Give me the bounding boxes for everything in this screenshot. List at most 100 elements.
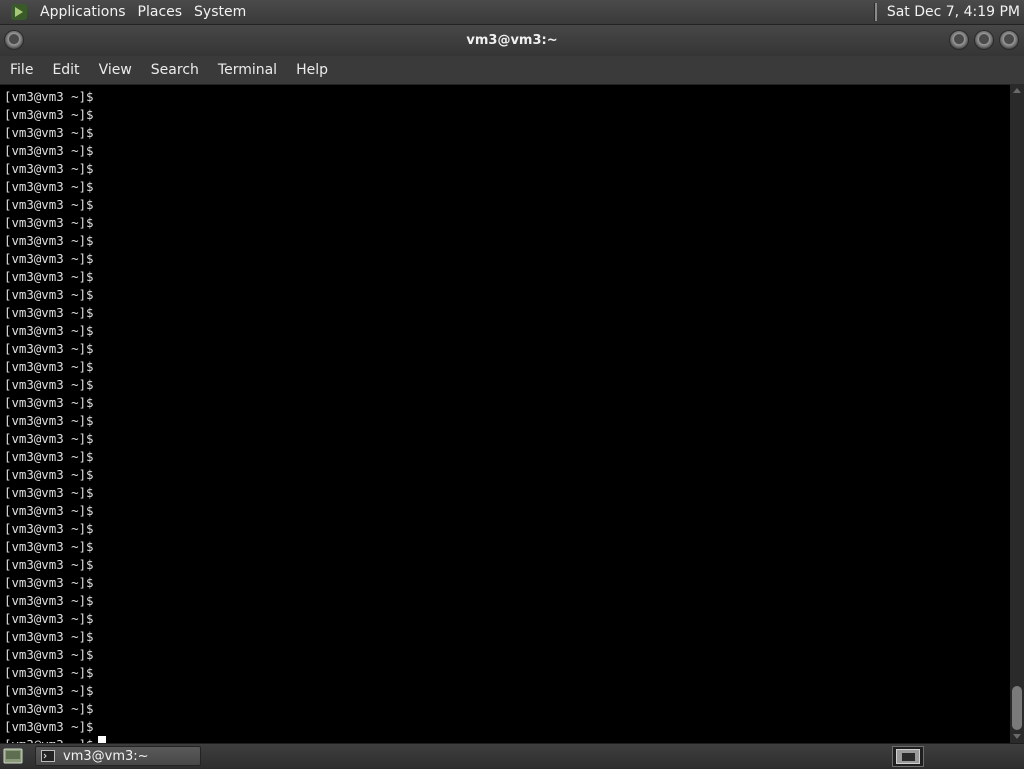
terminal-prompt: [vm3@vm3 ~]$	[4, 143, 94, 158]
terminal-prompt: [vm3@vm3 ~]$	[4, 413, 94, 428]
panel-clock[interactable]: Sat Dec 7, 4:19 PM	[887, 4, 1020, 20]
terminal-prompt: [vm3@vm3 ~]$	[4, 359, 94, 374]
terminal-line: [vm3@vm3 ~]$	[4, 142, 1010, 160]
terminal-menubar: File Edit View Search Terminal Help	[0, 56, 1024, 84]
terminal-prompt: [vm3@vm3 ~]$	[4, 575, 94, 590]
scrollbar-thumb[interactable]	[1012, 686, 1022, 730]
terminal-line: [vm3@vm3 ~]$	[4, 646, 1010, 664]
taskbar-terminal-label: vm3@vm3:~	[63, 748, 149, 764]
menu-file[interactable]: File	[0, 62, 42, 78]
terminal-line: [vm3@vm3 ~]$	[4, 502, 1010, 520]
terminal-prompt: [vm3@vm3 ~]$	[4, 305, 94, 320]
scroll-up-icon[interactable]	[1013, 88, 1021, 93]
terminal-line: [vm3@vm3 ~]$	[4, 88, 1010, 106]
terminal-line: [vm3@vm3 ~]$	[4, 250, 1010, 268]
terminal-line: [vm3@vm3 ~]$	[4, 448, 1010, 466]
terminal-line: [vm3@vm3 ~]$	[4, 718, 1010, 736]
terminal-line: [vm3@vm3 ~]$	[4, 592, 1010, 610]
places-menu[interactable]: Places	[132, 4, 189, 20]
window-title: vm3@vm3:~	[466, 33, 558, 48]
terminal-line: [vm3@vm3 ~]$	[4, 268, 1010, 286]
terminal-prompt: [vm3@vm3 ~]$	[4, 323, 94, 338]
terminal-prompt: [vm3@vm3 ~]$	[4, 215, 94, 230]
scroll-down-icon[interactable]	[1013, 734, 1021, 739]
terminal-line: [vm3@vm3 ~]$	[4, 538, 1010, 556]
terminal-line: [vm3@vm3 ~]$	[4, 556, 1010, 574]
top-panel: Applications Places System Sat Dec 7, 4:…	[0, 0, 1024, 25]
terminal-lines: [vm3@vm3 ~]$ [vm3@vm3 ~]$ [vm3@vm3 ~]$ [vm3…	[0, 85, 1010, 744]
terminal-prompt: [vm3@vm3 ~]$	[4, 719, 94, 734]
terminal-line: [vm3@vm3 ~]$	[4, 520, 1010, 538]
system-menu[interactable]: System	[188, 4, 252, 20]
terminal-line: [vm3@vm3 ~]$	[4, 124, 1010, 142]
show-desktop-icon[interactable]	[3, 747, 23, 765]
terminal-line: [vm3@vm3 ~]$	[4, 412, 1010, 430]
terminal-prompt: [vm3@vm3 ~]$	[4, 467, 94, 482]
maximize-button[interactable]	[975, 31, 993, 49]
terminal-line: [vm3@vm3 ~]$	[4, 628, 1010, 646]
terminal-prompt: [vm3@vm3 ~]$	[4, 431, 94, 446]
terminal-line: [vm3@vm3 ~]$	[4, 430, 1010, 448]
menu-edit[interactable]: Edit	[42, 62, 88, 78]
gnome-foot-icon[interactable]	[10, 3, 28, 21]
workspace-switcher[interactable]	[892, 746, 924, 767]
terminal-prompt: [vm3@vm3 ~]$	[4, 395, 94, 410]
terminal-line: [vm3@vm3 ~]$	[4, 466, 1010, 484]
terminal-prompt: [vm3@vm3 ~]$	[4, 665, 94, 680]
workspace-1[interactable]	[896, 749, 920, 764]
terminal-prompt: [vm3@vm3 ~]$	[4, 377, 94, 392]
terminal-line: [vm3@vm3 ~]$	[4, 160, 1010, 178]
terminal-line: [vm3@vm3 ~]$	[4, 286, 1010, 304]
menu-terminal[interactable]: Terminal	[208, 62, 286, 78]
terminal-prompt: [vm3@vm3 ~]$	[4, 557, 94, 572]
terminal-prompt: [vm3@vm3 ~]$	[4, 287, 94, 302]
terminal-line: [vm3@vm3 ~]$	[4, 178, 1010, 196]
terminal-line: [vm3@vm3 ~]$	[4, 700, 1010, 718]
menu-view[interactable]: View	[89, 62, 141, 78]
terminal-prompt: [vm3@vm3 ~]$	[4, 593, 94, 608]
terminal-line: [vm3@vm3 ~]$	[4, 664, 1010, 682]
terminal-prompt: [vm3@vm3 ~]$	[4, 197, 94, 212]
terminal-line: [vm3@vm3 ~]$	[4, 196, 1010, 214]
terminal-line: [vm3@vm3 ~]$	[4, 484, 1010, 502]
terminal-prompt: [vm3@vm3 ~]$	[4, 503, 94, 518]
terminal-line: [vm3@vm3 ~]$	[4, 610, 1010, 628]
workspace-window-thumbnail	[902, 753, 915, 761]
window-titlebar[interactable]: vm3@vm3:~	[0, 25, 1024, 56]
terminal-prompt: [vm3@vm3 ~]$	[4, 233, 94, 248]
close-button[interactable]	[1000, 31, 1018, 49]
terminal-prompt: [vm3@vm3 ~]$	[4, 269, 94, 284]
terminal-prompt: [vm3@vm3 ~]$	[4, 341, 94, 356]
terminal-line: [vm3@vm3 ~]$	[4, 358, 1010, 376]
terminal-prompt: [vm3@vm3 ~]$	[4, 125, 94, 140]
terminal-line: [vm3@vm3 ~]$	[4, 322, 1010, 340]
terminal-line: [vm3@vm3 ~]$	[4, 376, 1010, 394]
terminal-prompt: [vm3@vm3 ~]$	[4, 161, 94, 176]
terminal-scrollbar[interactable]	[1010, 84, 1024, 743]
terminal-prompt: [vm3@vm3 ~]$	[4, 179, 94, 194]
terminal-prompt: [vm3@vm3 ~]$	[4, 89, 94, 104]
terminal-prompt: [vm3@vm3 ~]$	[4, 611, 94, 626]
minimize-button[interactable]	[950, 31, 968, 49]
window-menu-button[interactable]	[5, 31, 23, 49]
applications-menu[interactable]: Applications	[34, 4, 132, 20]
terminal-prompt: [vm3@vm3 ~]$	[4, 629, 94, 644]
terminal-prompt: [vm3@vm3 ~]$	[4, 539, 94, 554]
terminal-prompt: [vm3@vm3 ~]$	[4, 107, 94, 122]
terminal-prompt: [vm3@vm3 ~]$	[4, 485, 94, 500]
panel-right-area: Sat Dec 7, 4:19 PM	[873, 0, 1024, 25]
menu-help[interactable]: Help	[286, 62, 337, 78]
terminal-output[interactable]: [vm3@vm3 ~]$ [vm3@vm3 ~]$ [vm3@vm3 ~]$ [vm3…	[0, 84, 1010, 744]
terminal-icon	[41, 750, 55, 762]
terminal-prompt: [vm3@vm3 ~]$	[4, 683, 94, 698]
menu-search[interactable]: Search	[141, 62, 208, 78]
terminal-line: [vm3@vm3 ~]$	[4, 340, 1010, 358]
terminal-prompt: [vm3@vm3 ~]$	[4, 449, 94, 464]
panel-separator	[873, 3, 877, 21]
terminal-window: vm3@vm3:~ File Edit View Search Terminal…	[0, 25, 1024, 744]
taskbar-terminal-button[interactable]: vm3@vm3:~	[35, 746, 201, 766]
terminal-prompt: [vm3@vm3 ~]$	[4, 251, 94, 266]
terminal-prompt: [vm3@vm3 ~]$	[4, 647, 94, 662]
terminal-line: [vm3@vm3 ~]$	[4, 304, 1010, 322]
terminal-prompt: [vm3@vm3 ~]$	[4, 701, 94, 716]
